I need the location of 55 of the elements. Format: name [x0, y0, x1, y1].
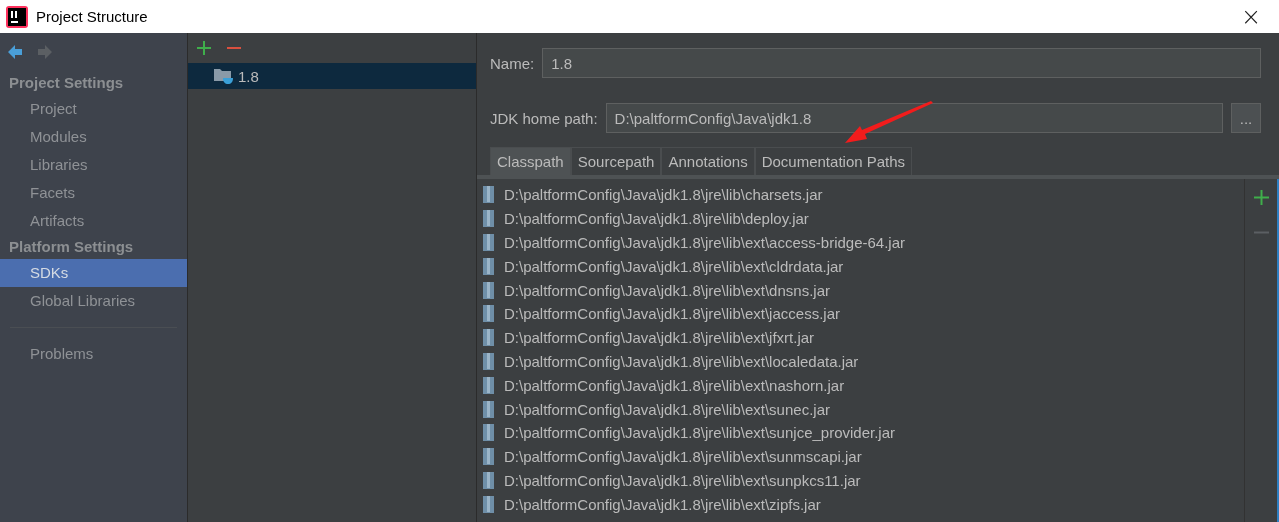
field-label: JDK home path:: [490, 109, 598, 127]
jar-icon: [483, 329, 494, 347]
tab[interactable]: Documentation Paths: [754, 147, 913, 175]
classpath-entry[interactable]: D:\paltformConfig\Java\jdk1.8\jre\lib\ext\sunjce_provider.jar: [504, 424, 896, 442]
browse-button[interactable]: ...: [1231, 103, 1261, 133]
classpath-entry[interactable]: D:\paltformConfig\Java\jdk1.8\jre\lib\ext\cldrdata.jar: [504, 257, 844, 275]
classpath-entry[interactable]: D:\paltformConfig\Java\jdk1.8\jre\lib\ext\sunpkcs11.jar: [504, 471, 861, 489]
section-header: Project Settings: [8, 73, 125, 93]
sidebar-item[interactable]: Project: [0, 95, 187, 123]
name-field[interactable]: 1.8: [542, 48, 1261, 78]
folder-icon: [214, 67, 234, 85]
jar-icon: [483, 281, 494, 299]
jar-icon: [483, 424, 494, 442]
classpath-entry[interactable]: D:\paltformConfig\Java\jdk1.8\jre\lib\ext\access-bridge-64.jar: [504, 234, 905, 251]
classpath-entry[interactable]: D:\paltformConfig\Java\jdk1.8\jre\lib\ext\localedata.jar: [504, 352, 859, 370]
tab[interactable]: Sourcepath: [570, 147, 662, 175]
window-title: Project Structure: [36, 8, 149, 25]
sidebar-item[interactable]: Artifacts: [0, 207, 187, 235]
jar-icon: [483, 376, 494, 394]
sidebar-item[interactable]: Facets: [0, 179, 187, 207]
app-logo-icon: [6, 5, 28, 28]
tab[interactable]: Classpath: [490, 147, 571, 175]
classpath-entry[interactable]: D:\paltformConfig\Java\jdk1.8\jre\lib\ext\jfxrt.jar: [504, 329, 815, 347]
sdk-item[interactable]: 1.8: [188, 63, 476, 89]
add-icon[interactable]: [1253, 190, 1269, 205]
field-label: Name:: [490, 54, 535, 72]
back-arrow-icon[interactable]: [7, 44, 23, 60]
sidebar-item[interactable]: SDKs: [0, 259, 187, 287]
jar-icon: [483, 400, 494, 418]
jar-icon: [483, 495, 494, 513]
classpath-entry[interactable]: D:\paltformConfig\Java\jdk1.8\jre\lib\ext\sunmscapi.jar: [504, 448, 862, 466]
jar-icon: [483, 305, 494, 323]
classpath-entry[interactable]: D:\paltformConfig\Java\jdk1.8\jre\lib\charsets.jar: [504, 186, 823, 204]
sidebar-item[interactable]: Problems: [0, 340, 187, 368]
jar-icon: [483, 352, 494, 370]
sidebar-item[interactable]: Libraries: [0, 151, 187, 179]
close-button[interactable]: ×: [1231, 0, 1271, 33]
jar-icon: [483, 210, 494, 228]
add-icon[interactable]: [197, 41, 211, 55]
section-header: Platform Settings: [8, 237, 135, 257]
classpath-entry[interactable]: D:\paltformConfig\Java\jdk1.8\jre\lib\deploy.jar: [504, 210, 809, 228]
classpath-entry[interactable]: D:\paltformConfig\Java\jdk1.8\jre\lib\ext\sunec.jar: [504, 400, 830, 418]
sidebar-item[interactable]: Global Libraries: [0, 287, 187, 315]
classpath-entry[interactable]: D:\paltformConfig\Java\jdk1.8\jre\lib\ext\dnsns.jar: [504, 281, 830, 299]
classpath-entry[interactable]: D:\paltformConfig\Java\jdk1.8\jre\lib\ext\nashorn.jar: [504, 376, 845, 394]
classpath-entry[interactable]: D:\paltformConfig\Java\jdk1.8\jre\lib\ext\jaccess.jar: [504, 305, 840, 323]
jar-icon: [483, 471, 494, 489]
jar-icon: [483, 257, 494, 275]
tab[interactable]: Annotations: [661, 147, 755, 175]
sidebar-item[interactable]: Modules: [0, 123, 187, 151]
path-field[interactable]: D:\paltformConfig\Java\jdk1.8: [605, 103, 1223, 133]
jar-icon: [483, 186, 494, 204]
jar-icon: [483, 234, 494, 251]
classpath-entry[interactable]: D:\paltformConfig\Java\jdk1.8\jre\lib\ext\zipfs.jar: [504, 495, 821, 513]
jar-icon: [483, 448, 494, 466]
